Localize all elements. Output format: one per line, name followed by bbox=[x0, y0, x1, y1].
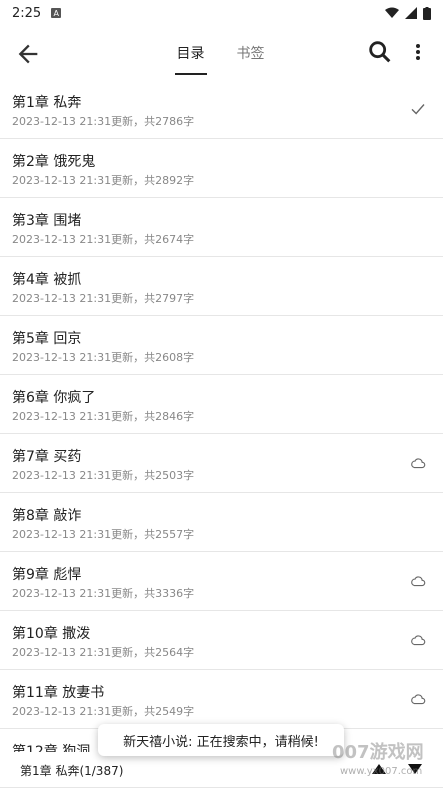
signal-icon bbox=[405, 7, 417, 19]
chapter-meta: 2023-12-13 21:31更新，共2503字 bbox=[12, 469, 195, 482]
notification-icon: A bbox=[51, 8, 62, 18]
checkmark-icon bbox=[411, 104, 425, 115]
back-arrow-icon[interactable] bbox=[14, 40, 42, 68]
battery-icon bbox=[423, 6, 431, 20]
chapter-title: 第7章 买药 bbox=[12, 449, 82, 465]
cloud-icon bbox=[411, 458, 426, 469]
chapter-meta: 2023-12-13 21:31更新，共2557字 bbox=[12, 528, 195, 541]
chapter-row[interactable]: 第3章 围堵 2023-12-13 21:31更新，共2674字 bbox=[0, 198, 443, 257]
watermark-url: www.yx007.com bbox=[340, 766, 423, 777]
status-right bbox=[385, 6, 431, 20]
chapter-meta: 2023-12-13 21:31更新，共2846字 bbox=[12, 410, 195, 423]
chapter-title: 第6章 你疯了 bbox=[12, 390, 96, 406]
chapter-row[interactable]: 第8章 敲诈 2023-12-13 21:31更新，共2557字 bbox=[0, 493, 443, 552]
chapter-meta: 2023-12-13 21:31更新，共2786字 bbox=[12, 115, 195, 128]
chapter-meta: 2023-12-13 21:31更新，共2892字 bbox=[12, 174, 195, 187]
wifi-icon bbox=[385, 7, 399, 18]
app-bar: 目录 书签 bbox=[0, 26, 443, 80]
chapter-meta: 2023-12-13 21:31更新，共2549字 bbox=[12, 705, 195, 718]
current-chapter-label: 第1章 私奔(1/387) bbox=[20, 764, 124, 778]
status-bar: 2:25 A bbox=[0, 0, 443, 26]
chapter-meta: 2023-12-13 21:31更新，共3336字 bbox=[12, 587, 195, 600]
chapter-title: 第3章 围堵 bbox=[12, 213, 82, 229]
chapter-title: 第8章 敲诈 bbox=[12, 508, 82, 524]
toast-message: 新天禧小说: 正在搜索中，请稍候! bbox=[98, 724, 344, 756]
search-icon[interactable] bbox=[366, 38, 394, 66]
tab-catalog[interactable]: 目录 bbox=[174, 26, 207, 80]
chapter-title: 第5章 回京 bbox=[12, 331, 82, 347]
chapter-row[interactable]: 第2章 饿死鬼 2023-12-13 21:31更新，共2892字 bbox=[0, 139, 443, 198]
chapter-title: 第4章 被抓 bbox=[12, 272, 82, 288]
chapter-title: 第1章 私奔 bbox=[12, 95, 82, 111]
chapter-meta: 2023-12-13 21:31更新，共2674字 bbox=[12, 233, 195, 246]
chapter-list: 第1章 私奔 2023-12-13 21:31更新，共2786字 第2章 饿死鬼 20… bbox=[0, 80, 443, 788]
chapter-row[interactable]: 第9章 彪悍 2023-12-13 21:31更新，共3336字 bbox=[0, 552, 443, 611]
chapter-row[interactable]: 第4章 被抓 2023-12-13 21:31更新，共2797字 bbox=[0, 257, 443, 316]
cloud-icon bbox=[411, 694, 426, 705]
chapter-row[interactable]: 第5章 回京 2023-12-13 21:31更新，共2608字 bbox=[0, 316, 443, 375]
more-vert-icon[interactable] bbox=[408, 38, 428, 66]
chapter-meta: 2023-12-13 21:31更新，共2797字 bbox=[12, 292, 195, 305]
status-time: 2:25 bbox=[12, 5, 42, 21]
chapter-meta: 2023-12-13 21:31更新，共2608字 bbox=[12, 351, 195, 364]
chapter-row[interactable]: 第6章 你疯了 2023-12-13 21:31更新，共2846字 bbox=[0, 375, 443, 434]
chapter-row[interactable]: 第10章 撒泼 2023-12-13 21:31更新，共2564字 bbox=[0, 611, 443, 670]
chapter-title: 第2章 饿死鬼 bbox=[12, 154, 96, 170]
chapter-row[interactable]: 第11章 放妻书 2023-12-13 21:31更新，共2549字 bbox=[0, 670, 443, 729]
watermark-logo: 007游戏网 bbox=[332, 742, 424, 763]
chapter-row[interactable]: 第1章 私奔 2023-12-13 21:31更新，共2786字 bbox=[0, 80, 443, 139]
cloud-icon bbox=[411, 576, 426, 587]
chapter-meta: 2023-12-13 21:31更新，共2564字 bbox=[12, 646, 195, 659]
status-left: 2:25 A bbox=[12, 5, 62, 21]
tab-bookmarks[interactable]: 书签 bbox=[235, 26, 267, 80]
chapter-title: 第10章 撒泼 bbox=[12, 626, 91, 642]
chapter-row[interactable]: 第7章 买药 2023-12-13 21:31更新，共2503字 bbox=[0, 434, 443, 493]
chapter-title: 第11章 放妻书 bbox=[12, 685, 105, 701]
cloud-icon bbox=[411, 635, 426, 646]
chapter-title: 第9章 彪悍 bbox=[12, 567, 82, 583]
